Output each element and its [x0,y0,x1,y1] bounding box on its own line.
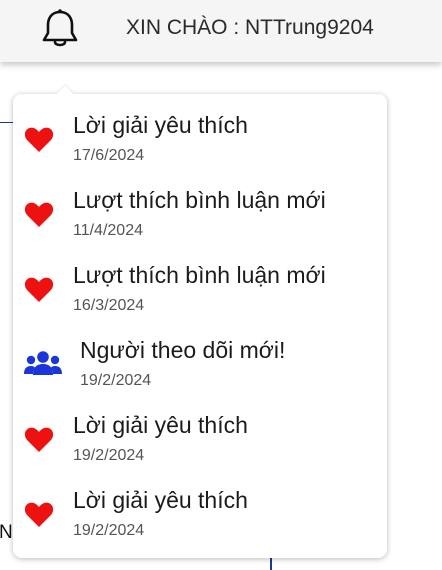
notification-title: Lời giải yêu thích [73,112,248,138]
notification-item[interactable]: Lời giải yêu thích 17/6/2024 [13,94,387,164]
page-divider [270,556,272,570]
notification-date: 16/3/2024 [73,297,145,314]
heart-icon [24,501,54,529]
top-bar: XIN CHÀO : NTTrung9204 [0,0,442,62]
notification-item[interactable]: Lượt thích bình luận mới 11/4/2024 [13,169,387,239]
heart-icon [24,426,54,454]
page-text-fragment: N [0,522,13,543]
heart-icon [24,201,54,229]
notification-date: 19/2/2024 [73,447,145,464]
notification-title: Người theo dõi mới! [80,337,286,363]
bell-icon[interactable] [40,7,80,49]
notification-title: Lượt thích bình luận mới [73,187,326,213]
heart-icon [24,126,54,154]
notification-title: Lượt thích bình luận mới [73,262,326,288]
users-icon [23,349,63,379]
notification-title: Lời giải yêu thích [73,412,248,438]
notification-dropdown: Lời giải yêu thích 17/6/2024 Lượt thích … [13,85,387,558]
notification-title: Lời giải yêu thích [73,487,248,513]
page-divider [0,122,14,123]
notification-date: 11/4/2024 [73,222,143,239]
notification-date: 19/2/2024 [80,372,152,389]
user-greeting: XIN CHÀO : NTTrung9204 [126,16,374,39]
notification-item[interactable]: Người theo dõi mới! 19/2/2024 [13,319,387,389]
notification-date: 19/2/2024 [73,522,145,539]
notification-item[interactable]: Lời giải yêu thích 19/2/2024 [13,394,387,464]
notification-item[interactable]: Lời giải yêu thích 19/2/2024 [13,469,387,539]
heart-icon [24,276,54,304]
notification-date: 17/6/2024 [73,147,145,164]
notification-item[interactable]: Lượt thích bình luận mới 16/3/2024 [13,244,387,314]
